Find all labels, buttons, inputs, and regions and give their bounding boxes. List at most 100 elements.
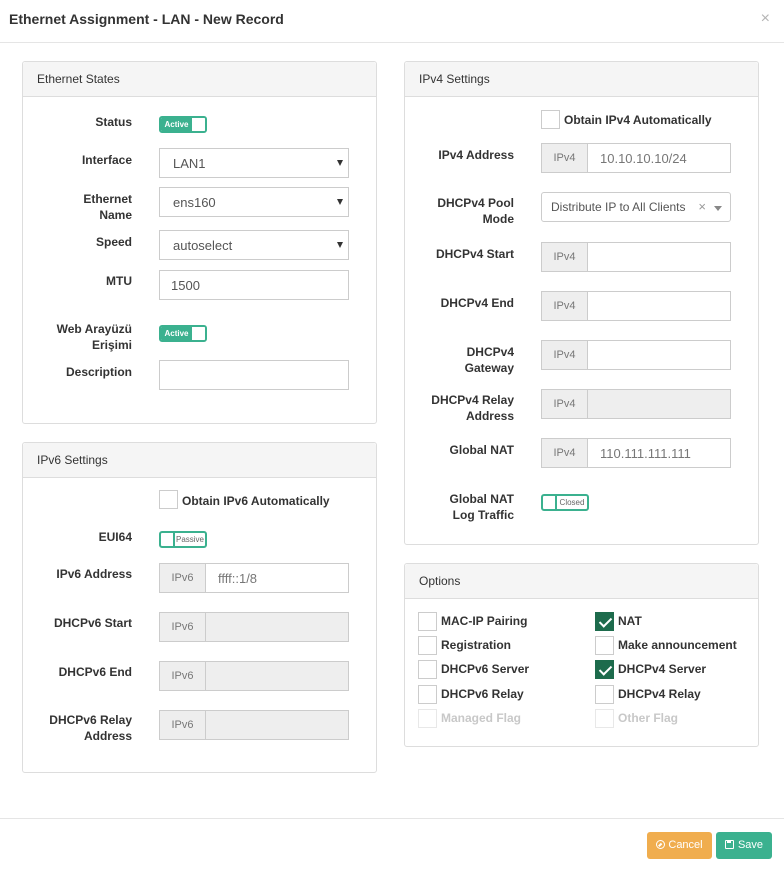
web-access-label-line1: Web Arayüzü bbox=[56, 322, 132, 336]
ipv4-settings-panel: IPv4 Settings Obtain IPv4 Automatically … bbox=[404, 61, 759, 545]
ipv4-settings-heading: IPv4 Settings bbox=[405, 62, 758, 97]
floppy-icon bbox=[724, 840, 734, 849]
cancel-button[interactable]: Cancel bbox=[647, 832, 712, 859]
web-access-toggle-text: Active bbox=[161, 327, 192, 340]
ipv4-address-value: 10.10.10.10/24 bbox=[600, 151, 687, 166]
global-nat-log-label-line1: Global NAT bbox=[449, 492, 514, 506]
obtain-ipv4-label: Obtain IPv4 Automatically bbox=[564, 113, 712, 127]
registration-checkbox[interactable] bbox=[418, 636, 437, 655]
dhcpv4-server-checkbox[interactable] bbox=[595, 660, 614, 679]
chevron-down-icon bbox=[337, 199, 343, 205]
speed-label: Speed bbox=[95, 235, 132, 249]
interface-value: LAN1 bbox=[173, 156, 206, 171]
dhcpv4-start-input[interactable]: IPv4 bbox=[541, 242, 731, 272]
dhcpv4-pool-mode-select[interactable]: Distribute IP to All Clients × bbox=[541, 192, 731, 222]
global-nat-log-toggle[interactable]: Closed bbox=[541, 494, 589, 511]
ipv4-address-input[interactable]: IPv4 10.10.10.10/24 bbox=[541, 143, 731, 173]
dhcpv6-relay-label-line2: Address bbox=[83, 729, 132, 743]
obtain-ipv6-checkbox[interactable] bbox=[159, 490, 178, 509]
global-nat-value: 110.111.111.111 bbox=[600, 446, 691, 461]
other-flag-label: Other Flag bbox=[618, 711, 679, 725]
dhcpv6-relay-checkbox[interactable] bbox=[418, 685, 437, 704]
save-button[interactable]: Save bbox=[716, 832, 772, 859]
obtain-ipv6-label: Obtain IPv6 Automatically bbox=[182, 494, 330, 508]
ipv6-settings-panel: IPv6 Settings Obtain IPv6 Automatically … bbox=[22, 442, 377, 773]
ipv4-addon: IPv4 bbox=[542, 243, 588, 271]
web-access-label-line2: Erişimi bbox=[91, 338, 132, 352]
status-toggle-text: Active bbox=[161, 118, 192, 131]
ipv6-address-input[interactable]: IPv6 ffff::1/8 bbox=[159, 563, 349, 593]
ipv6-addon: IPv6 bbox=[160, 613, 206, 641]
status-label: Status bbox=[95, 115, 132, 129]
cancel-icon bbox=[656, 840, 666, 849]
eui64-toggle[interactable]: Passive bbox=[159, 531, 207, 548]
save-label: Save bbox=[737, 839, 764, 851]
ethernet-name-select[interactable]: ens160 bbox=[159, 187, 349, 217]
chevron-down-icon bbox=[714, 206, 722, 211]
dhcpv4-pool-mode-label: DHCPv4 Pool Mode bbox=[437, 195, 514, 227]
global-nat-log-label: Global NAT Log Traffic bbox=[450, 491, 514, 523]
dhcpv4-pool-mode-label-line2: Mode bbox=[482, 212, 514, 226]
description-label: Description bbox=[65, 365, 132, 379]
dhcpv6-end-input: IPv6 bbox=[159, 661, 349, 691]
global-nat-log-toggle-text: Closed bbox=[555, 496, 587, 509]
dhcpv6-relay-label: DHCPv6 Relay bbox=[441, 687, 524, 701]
footer-divider bbox=[0, 818, 784, 819]
nat-label: NAT bbox=[618, 614, 642, 628]
ipv4-address-label: IPv4 Address bbox=[438, 148, 514, 162]
managed-flag-checkbox bbox=[418, 709, 437, 728]
global-nat-log-label-line2: Log Traffic bbox=[452, 508, 514, 522]
dhcpv4-gateway-input[interactable]: IPv4 bbox=[541, 340, 731, 370]
ethernet-states-heading: Ethernet States bbox=[23, 62, 376, 97]
ipv6-address-label: IPv6 Address bbox=[56, 567, 132, 581]
interface-select[interactable]: LAN1 bbox=[159, 148, 349, 178]
ipv4-addon: IPv4 bbox=[542, 144, 588, 172]
dhcpv4-gateway-label-line2: Gateway bbox=[464, 361, 514, 375]
global-nat-label: Global NAT bbox=[449, 443, 514, 457]
ipv6-addon: IPv6 bbox=[160, 662, 206, 690]
dhcpv4-end-input[interactable]: IPv4 bbox=[541, 291, 731, 321]
dhcpv4-relay-checkbox[interactable] bbox=[595, 685, 614, 704]
dhcpv4-gateway-label: DHCPv4 Gateway bbox=[465, 344, 514, 376]
dhcpv4-pool-mode-value: Distribute IP to All Clients bbox=[551, 200, 686, 214]
obtain-ipv4-checkbox[interactable] bbox=[541, 110, 560, 129]
options-panel: Options MAC-IP Pairing NAT Registration Mak… bbox=[404, 563, 759, 747]
modal-title: Ethernet Assignment - LAN - New Record bbox=[9, 11, 284, 27]
dhcpv4-relay-label-line1: DHCPv4 Relay bbox=[431, 393, 514, 407]
nat-checkbox[interactable] bbox=[595, 612, 614, 631]
mtu-value: 1500 bbox=[171, 278, 200, 293]
dhcpv4-relay-label: DHCPv4 Relay Address bbox=[431, 392, 514, 424]
mtu-label: MTU bbox=[106, 274, 132, 288]
clear-icon[interactable]: × bbox=[698, 199, 706, 214]
cancel-label: Cancel bbox=[668, 839, 703, 851]
interface-label: Interface bbox=[81, 153, 132, 167]
chevron-down-icon bbox=[337, 242, 343, 248]
description-input[interactable] bbox=[159, 360, 349, 390]
ethernet-name-label: Ethernet Name bbox=[83, 191, 132, 223]
global-nat-input[interactable]: IPv4 110.111.111.111 bbox=[541, 438, 731, 468]
status-toggle[interactable]: Active bbox=[159, 116, 207, 133]
make-announcement-label: Make announcement bbox=[618, 638, 737, 652]
web-access-toggle[interactable]: Active bbox=[159, 325, 207, 342]
ipv6-settings-heading: IPv6 Settings bbox=[23, 443, 376, 478]
toggle-knob bbox=[192, 327, 205, 340]
dhcpv4-pool-mode-label-line1: DHCPv4 Pool bbox=[437, 196, 514, 210]
mtu-input[interactable]: 1500 bbox=[159, 270, 349, 300]
mac-ip-pairing-checkbox[interactable] bbox=[418, 612, 437, 631]
dhcpv6-end-label: DHCPv6 End bbox=[58, 665, 132, 679]
chevron-down-icon bbox=[337, 160, 343, 166]
dhcpv6-relay-label-line1: DHCPv6 Relay bbox=[49, 713, 132, 727]
close-icon[interactable]: × bbox=[761, 10, 770, 28]
dhcpv6-server-checkbox[interactable] bbox=[418, 660, 437, 679]
dhcpv6-relay-label: DHCPv6 Relay Address bbox=[49, 712, 132, 744]
make-announcement-checkbox[interactable] bbox=[595, 636, 614, 655]
ipv4-addon: IPv4 bbox=[542, 341, 588, 369]
speed-value: autoselect bbox=[173, 238, 233, 253]
ipv4-addon: IPv4 bbox=[542, 292, 588, 320]
dhcpv4-relay-input: IPv4 bbox=[541, 389, 731, 419]
ethernet-states-panel: Ethernet States Status Active Interface … bbox=[22, 61, 377, 424]
dhcpv4-end-label: DHCPv4 End bbox=[440, 296, 514, 310]
dhcpv6-relay-input: IPv6 bbox=[159, 710, 349, 740]
speed-select[interactable]: autoselect bbox=[159, 230, 349, 260]
web-access-label: Web Arayüzü Erişimi bbox=[57, 321, 132, 353]
